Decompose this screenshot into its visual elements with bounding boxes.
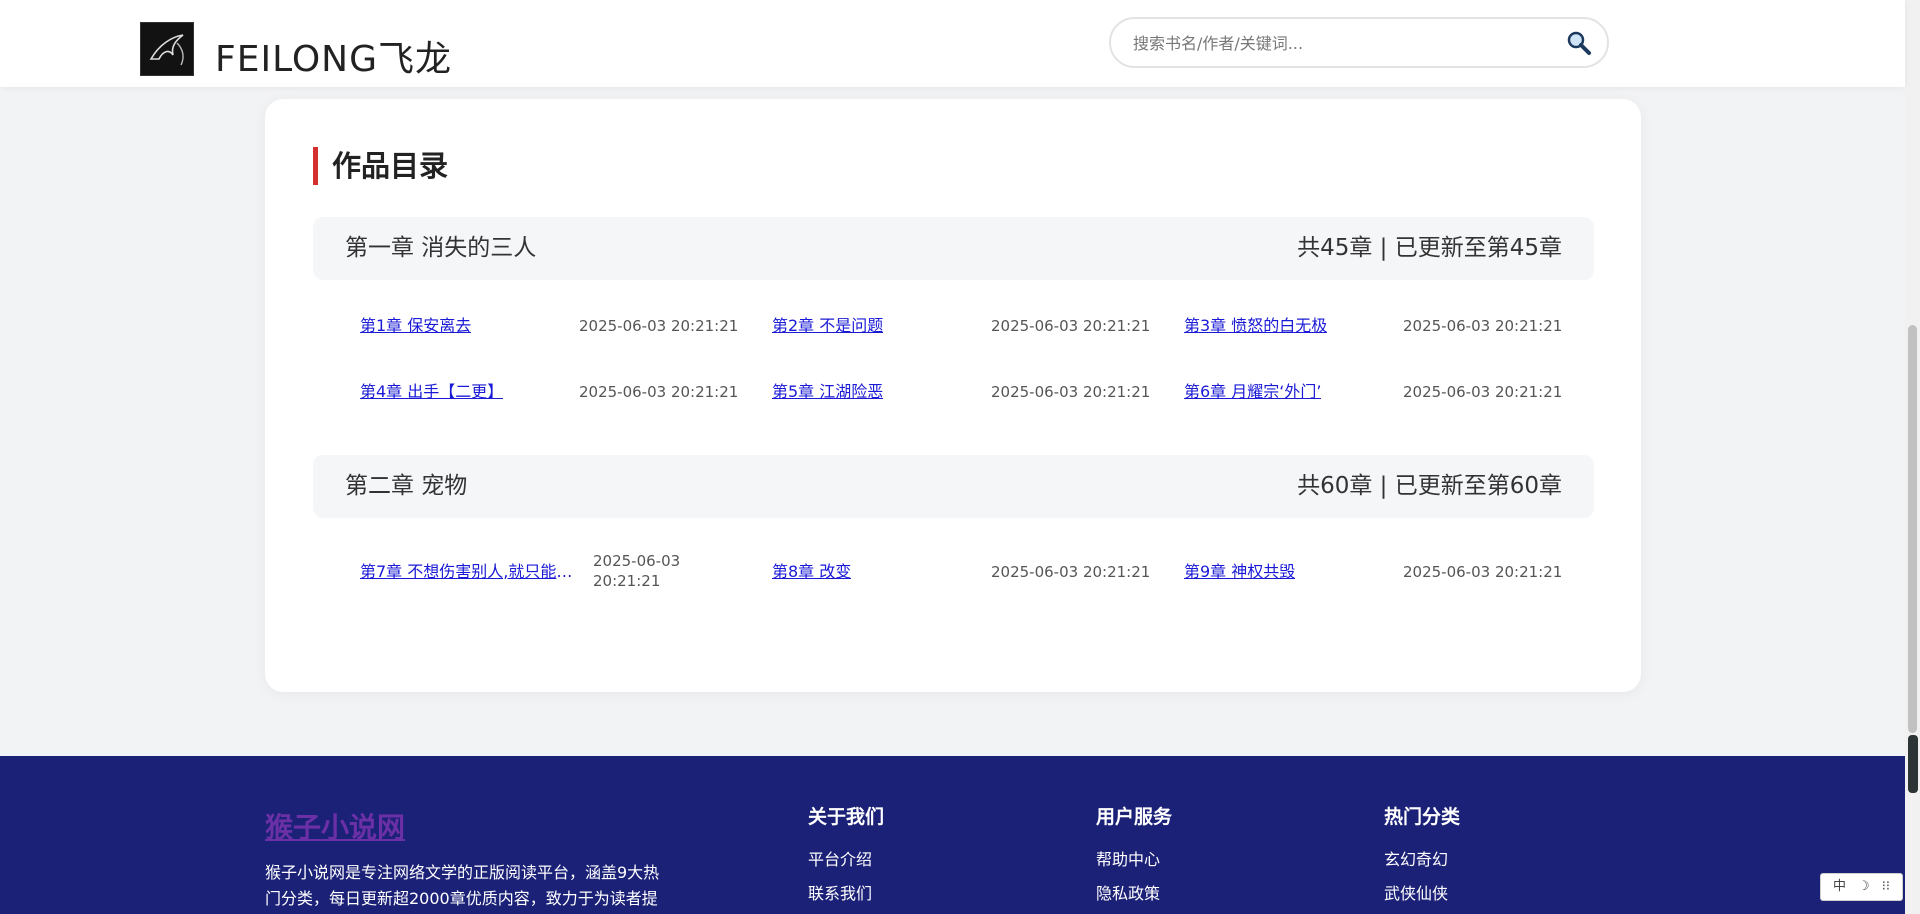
app-root: FEILONG飞龙 作品目录 第一章 消失的三人 共45章 | 已更新至第45章…: [0, 0, 1920, 914]
site-header: FEILONG飞龙: [0, 0, 1905, 87]
footer-column-title: 用户服务: [1096, 806, 1173, 828]
chapter-link[interactable]: 第7章 不想伤害别人,就只能伤害自己: [360, 561, 582, 583]
footer-brand-link[interactable]: 猴子小说网: [265, 806, 405, 846]
chapter-link[interactable]: 第2章 不是问题: [772, 315, 883, 337]
footer-description: 猴子小说网是专注网络文学的正版阅读平台，涵盖9大热门分类，每日更新超2000章优…: [265, 863, 660, 908]
ime-settings-icon[interactable]: ⁝⁝: [1882, 874, 1890, 900]
chapter-time: 2025-06-03 20:21:21: [1403, 563, 1563, 581]
chapter-link[interactable]: 第9章 神权共毁: [1184, 561, 1295, 583]
chapter-time: 2025-06-03 20:21:21: [1403, 317, 1563, 335]
footer-column-about: 关于我们 平台介绍 联系我们: [808, 804, 884, 911]
footer-link[interactable]: 武侠仙侠: [1384, 877, 1460, 911]
volume-name: 第一章 消失的三人: [345, 235, 537, 261]
search-icon: [1567, 31, 1591, 55]
footer-column-services: 用户服务 帮助中心 隐私政策: [1096, 804, 1172, 911]
volume-header: 第一章 消失的三人 共45章 | 已更新至第45章: [313, 217, 1594, 280]
volume-name: 第二章 宠物: [345, 473, 468, 499]
chapter-time: 2025-06-03 20:21:21: [991, 383, 1151, 401]
scrollbar-thumb[interactable]: [1908, 325, 1917, 733]
chapter-link[interactable]: 第3章 愤怒的白无极: [1184, 315, 1327, 337]
chapter-time: 2025-06-03 20:21:21: [991, 563, 1151, 581]
volume-header: 第二章 宠物 共60章 | 已更新至第60章: [313, 455, 1594, 518]
chapter-link[interactable]: 第6章 月耀宗‘外门’: [1184, 381, 1321, 403]
footer-column-title: 关于我们: [808, 806, 885, 828]
chapter-link[interactable]: 第5章 江湖险恶: [772, 381, 883, 403]
site-footer: 猴子小说网 猴子小说网是专注网络文学的正版阅读平台，涵盖9大热门分类，每日更新超…: [0, 756, 1905, 914]
catalog-card: 作品目录 第一章 消失的三人 共45章 | 已更新至第45章 第1章 保安离去 …: [265, 99, 1641, 692]
ime-toolbar[interactable]: 中 ☽ ⁝⁝: [1820, 873, 1903, 901]
chapter-link[interactable]: 第1章 保安离去: [360, 315, 471, 337]
chapter-time: 2025-06-03 20:21:21: [593, 552, 681, 590]
search-input[interactable]: [1133, 29, 1553, 57]
footer-link[interactable]: 隐私政策: [1096, 877, 1172, 911]
search-box: [1109, 17, 1609, 68]
footer-column-categories: 热门分类 玄幻奇幻 武侠仙侠: [1384, 804, 1460, 911]
footer-link[interactable]: 平台介绍: [808, 843, 884, 877]
chapter-time: 2025-06-03 20:21:21: [579, 383, 739, 401]
footer-link[interactable]: 帮助中心: [1096, 843, 1172, 877]
moon-icon[interactable]: ☽: [1858, 874, 1870, 900]
footer-link[interactable]: 联系我们: [808, 877, 884, 911]
dragon-logo-icon: [149, 34, 184, 66]
site-logo-text[interactable]: FEILONG飞龙: [215, 30, 452, 82]
catalog-title: 作品目录: [313, 147, 448, 185]
logo-icon[interactable]: [140, 22, 194, 76]
volume-meta: 共60章 | 已更新至第60章: [1297, 473, 1562, 499]
chapter-time: 2025-06-03 20:21:21: [579, 317, 739, 335]
footer-column-title: 热门分类: [1384, 806, 1461, 828]
chapter-link[interactable]: 第4章 出手【二更】: [360, 381, 503, 403]
search-button[interactable]: [1565, 30, 1593, 58]
footer-link[interactable]: 玄幻奇幻: [1384, 843, 1460, 877]
chapter-time: 2025-06-03 20:21:21: [991, 317, 1151, 335]
scrollbar-indicator: [1908, 735, 1918, 793]
ime-chinese-toggle[interactable]: 中: [1833, 874, 1846, 900]
chapter-time: 2025-06-03 20:21:21: [1403, 383, 1563, 401]
chapter-link[interactable]: 第8章 改变: [772, 561, 851, 583]
page-scrollbar[interactable]: [1905, 0, 1920, 914]
volume-meta: 共45章 | 已更新至第45章: [1297, 235, 1562, 261]
